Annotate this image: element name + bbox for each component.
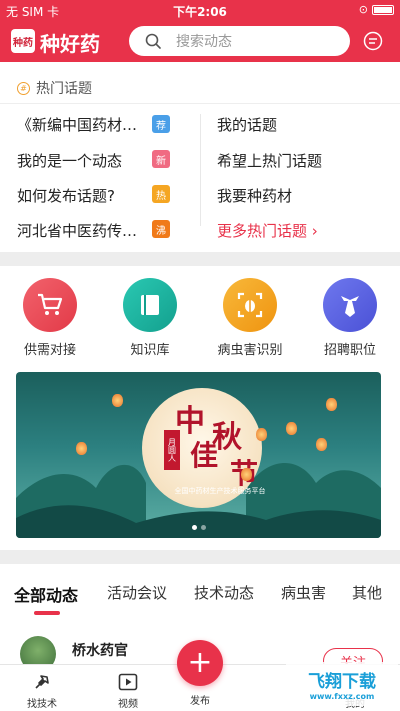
tab-pests[interactable]: 病虫害	[281, 582, 326, 603]
plus-icon: +	[187, 645, 213, 680]
feature-pest-recognition[interactable]: 病虫害识别	[210, 278, 290, 358]
promo-banner[interactable]: 中 秋 佳 节 月圆人 全国中药材生产技术服务平台	[16, 372, 381, 538]
lantern-icon	[112, 394, 123, 407]
topic-tag-badge: 沸	[152, 220, 170, 238]
video-icon	[98, 671, 158, 693]
bug-scan-icon	[223, 278, 277, 332]
active-tab-indicator	[34, 611, 60, 615]
watermark: 飞翔下载 www.fxxz.com	[286, 662, 398, 706]
tab-video[interactable]: 视频	[98, 671, 158, 710]
lantern-icon	[316, 438, 327, 451]
tab-other[interactable]: 其他	[352, 582, 382, 603]
feature-knowledge-base[interactable]: 知识库	[110, 278, 190, 358]
search-placeholder: 搜索动态	[176, 34, 232, 50]
banner-title: 佳	[190, 439, 219, 472]
banner-pagination	[16, 525, 381, 530]
topic-tag-badge: 热	[152, 185, 170, 203]
more-hot-topics-link[interactable]: 更多热门话题 ›	[217, 220, 318, 241]
orientation-lock-icon: ⊙	[358, 3, 368, 16]
tab-all-posts[interactable]: 全部动态	[14, 582, 78, 606]
status-bar: 无 SIM 卡 下午2:06 ⊙	[0, 0, 400, 20]
lantern-icon	[76, 442, 87, 455]
my-topics-link[interactable]: 我的话题	[217, 114, 277, 135]
grow-herbs-link[interactable]: 我要种药材	[217, 185, 292, 206]
feature-job-posts[interactable]: 招聘职位	[310, 278, 390, 358]
message-icon[interactable]	[362, 30, 384, 52]
tab-tech-news[interactable]: 技术动态	[194, 582, 254, 603]
hammer-icon	[12, 671, 72, 693]
hot-topics-title: 热门话题	[36, 81, 92, 97]
publish-button[interactable]: +	[177, 640, 223, 686]
app-header: 种药 种好药 搜索动态	[0, 20, 400, 62]
topic-item[interactable]: 如何发布话题?	[17, 185, 115, 206]
banner-seal: 月圆人	[164, 430, 180, 470]
topic-tag-badge: 新	[152, 150, 170, 168]
search-bar[interactable]: 搜索动态	[129, 26, 350, 56]
hot-topics-panel: # 热门话题 《新编中国药材… 荐 我的是一个动态 新 如何发布话题? 热 河北…	[0, 62, 400, 252]
clock: 下午2:06	[173, 5, 227, 19]
publish-label: 发布	[190, 696, 210, 707]
topic-item[interactable]: 河北省中医药传…	[17, 220, 137, 241]
tab-find-tech[interactable]: 找技术	[12, 671, 72, 710]
cart-icon	[23, 278, 77, 332]
lantern-icon	[256, 428, 267, 441]
lantern-icon	[286, 422, 297, 435]
topic-item[interactable]: 《新编中国药材…	[17, 114, 137, 135]
app-logo: 种药	[11, 29, 35, 53]
topic-item[interactable]: 我的是一个动态	[17, 150, 122, 171]
search-icon	[144, 32, 162, 50]
feature-supply-demand[interactable]: 供需对接	[10, 278, 90, 358]
topic-tag-badge: 荐	[152, 115, 170, 133]
post-author-name[interactable]: 桥水药官	[72, 640, 128, 660]
want-hot-topic-link[interactable]: 希望上热门话题	[217, 150, 322, 171]
tie-icon	[323, 278, 377, 332]
app-title: 种好药	[40, 32, 100, 56]
hot-topic-icon: #	[17, 81, 30, 95]
feature-section: 供需对接 知识库 病虫害识别 招聘职位 中 秋 佳 节 月圆人 全国中药材生产技…	[0, 266, 400, 550]
tab-events[interactable]: 活动会议	[107, 582, 167, 603]
battery-icon	[372, 4, 394, 15]
lantern-icon	[326, 398, 337, 411]
lantern-icon	[241, 468, 252, 481]
book-icon	[123, 278, 177, 332]
banner-subtitle: 全国中药材生产技术服务平台	[174, 487, 266, 495]
